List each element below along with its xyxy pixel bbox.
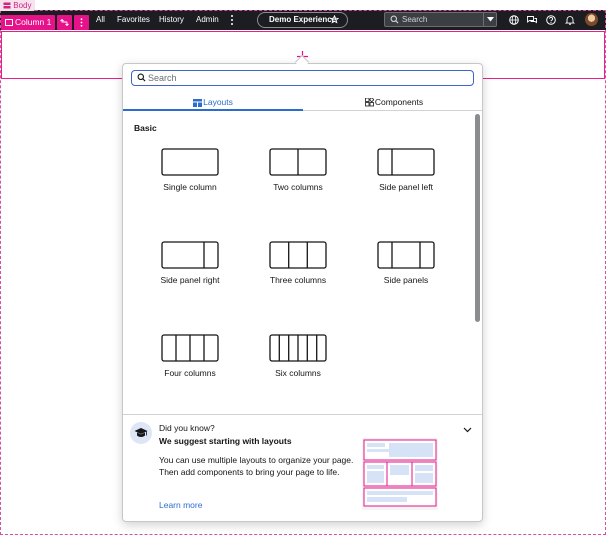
layout-option-side-panel-left[interactable]: Side panel left	[361, 148, 451, 228]
popover-tabs: Layouts Components	[123, 94, 482, 111]
layout-option-six-columns[interactable]: Six columns	[253, 334, 343, 414]
layout-option-three-columns[interactable]: Three columns	[253, 241, 343, 321]
move-icon	[60, 18, 70, 27]
layout-label: Single column	[163, 182, 217, 192]
body-layout-icon	[3, 2, 11, 9]
six-columns-layout-icon	[269, 334, 327, 362]
tab-components[interactable]: Components	[304, 94, 482, 111]
layouts-scrollbar[interactable]	[475, 114, 480, 322]
layout-label: Six columns	[275, 368, 321, 378]
layout-label: Side panel right	[160, 275, 220, 285]
learn-more-link[interactable]: Learn more	[159, 500, 202, 510]
tip-panel: Did you know? We suggest starting with l…	[123, 415, 482, 521]
graduation-cap-icon	[134, 428, 148, 437]
layout-option-four-columns[interactable]: Four columns	[145, 334, 235, 414]
side-panel-left-layout-icon	[377, 148, 435, 176]
tip-badge	[130, 422, 152, 444]
layout-label: Side panel left	[379, 182, 433, 192]
tip-question: Did you know?	[159, 423, 215, 433]
layouts-icon	[193, 99, 203, 107]
single-column-layout-icon	[161, 148, 219, 176]
kebab-icon	[80, 18, 83, 27]
side-panel-right-layout-icon	[161, 241, 219, 269]
tip-heading: We suggest starting with layouts	[159, 436, 292, 446]
layouts-panel: Basic Single column Two columns Side pan…	[123, 112, 482, 414]
section-title-basic: Basic	[134, 123, 157, 133]
column-move-button[interactable]	[57, 15, 73, 30]
column-name: Column 1	[15, 17, 52, 27]
layout-option-single-column[interactable]: Single column	[145, 148, 235, 228]
body-region-label[interactable]: Body	[0, 0, 36, 11]
popover-search-input[interactable]	[148, 71, 468, 84]
layout-label: Three columns	[269, 275, 327, 285]
column-more-button[interactable]	[74, 15, 90, 30]
tip-body: You can use multiple layouts to organize…	[159, 455, 354, 477]
chevron-down-icon[interactable]	[463, 427, 472, 433]
two-columns-layout-icon	[269, 148, 327, 176]
layouts-illustration	[362, 438, 438, 510]
layout-option-side-panels[interactable]: Side panels	[361, 241, 451, 321]
column-icon	[5, 19, 13, 26]
tab-layouts[interactable]: Layouts	[123, 94, 303, 111]
components-icon	[364, 97, 375, 107]
layout-label: Side panels	[383, 275, 429, 285]
side-panels-layout-icon	[377, 241, 435, 269]
layout-option-two-columns[interactable]: Two columns	[253, 148, 343, 228]
popover-search[interactable]	[131, 70, 474, 86]
layout-label: Four columns	[164, 368, 216, 378]
layout-label: Two columns	[273, 182, 323, 192]
tab-layouts-label: Layouts	[203, 97, 233, 107]
column-selector[interactable]: Column 1	[1, 15, 56, 30]
column-toolbar: Column 1	[1, 15, 90, 30]
four-columns-layout-icon	[161, 334, 219, 362]
layout-option-side-panel-right[interactable]: Side panel right	[145, 241, 235, 321]
search-icon	[137, 73, 146, 82]
three-columns-layout-icon	[269, 241, 327, 269]
add-content-popover: Layouts Components Basic Single column T…	[122, 63, 483, 522]
tab-components-label: Components	[374, 97, 424, 107]
body-region-name: Body	[13, 1, 32, 10]
